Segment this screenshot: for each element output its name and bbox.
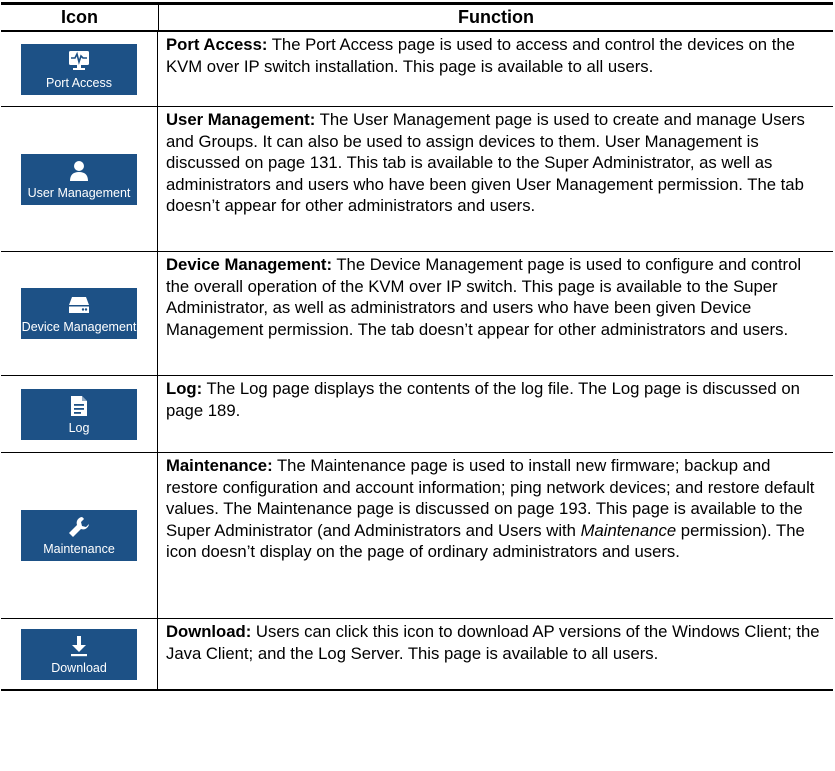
button-label: Maintenance	[43, 542, 115, 556]
function-title: User Management:	[166, 110, 316, 129]
document-icon	[70, 394, 88, 418]
wrench-icon	[68, 515, 90, 539]
function-text: The Log page displays the contents of th…	[166, 379, 800, 420]
maintenance-button[interactable]: Maintenance	[21, 510, 137, 561]
function-title: Download:	[166, 622, 252, 641]
button-label: Download	[51, 660, 107, 675]
function-title: Port Access:	[166, 35, 268, 54]
table-row: Device Management Device Management: The…	[1, 252, 833, 376]
function-text-italic: Maintenance	[580, 520, 677, 540]
button-label: Port Access	[46, 75, 112, 90]
icon-cell: Device Management	[1, 252, 158, 375]
header-icon: Icon	[1, 5, 159, 30]
user-icon	[68, 159, 90, 183]
function-title: Device Management:	[166, 255, 333, 274]
icon-cell: Download	[1, 619, 158, 689]
function-text: Users can click this icon to download AP…	[166, 622, 820, 663]
button-label: User Management	[27, 185, 131, 200]
table-row: User Management User Management: The Use…	[1, 107, 833, 252]
table-row: Maintenance Maintenance: The Maintenance…	[1, 453, 833, 619]
icon-function-table: Icon Function Port Access Port Access: T…	[1, 2, 833, 691]
function-cell: Log: The Log page displays the contents …	[158, 376, 833, 452]
function-cell: Download: Users can click this icon to d…	[158, 619, 833, 689]
icon-cell: User Management	[1, 107, 158, 251]
button-label: Device Management	[21, 320, 137, 334]
function-cell: Device Management: The Device Management…	[158, 252, 833, 375]
table-row: Log Log: The Log page displays the conte…	[1, 376, 833, 453]
download-icon	[68, 634, 90, 658]
server-drive-icon	[67, 293, 91, 317]
button-label: Log	[68, 420, 90, 435]
header-function: Function	[458, 7, 534, 27]
function-cell: Maintenance: The Maintenance page is use…	[158, 453, 833, 618]
user-management-button[interactable]: User Management	[21, 153, 137, 205]
function-cell: Port Access: The Port Access page is use…	[158, 32, 833, 106]
icon-cell: Maintenance	[1, 453, 158, 618]
table-row: Port Access Port Access: The Port Access…	[1, 32, 833, 107]
monitor-pulse-icon	[67, 49, 91, 73]
function-title: Log:	[166, 379, 203, 398]
table-header: Icon Function	[1, 2, 833, 32]
download-button[interactable]: Download	[21, 628, 137, 680]
icon-cell: Log	[1, 376, 158, 452]
function-title: Maintenance:	[166, 456, 273, 475]
log-button[interactable]: Log	[21, 388, 137, 440]
icon-cell: Port Access	[1, 32, 158, 106]
table-row: Download Download: Users can click this …	[1, 619, 833, 691]
device-management-button[interactable]: Device Management	[21, 288, 137, 339]
function-cell: User Management: The User Management pag…	[158, 107, 833, 251]
port-access-button[interactable]: Port Access	[21, 43, 137, 95]
